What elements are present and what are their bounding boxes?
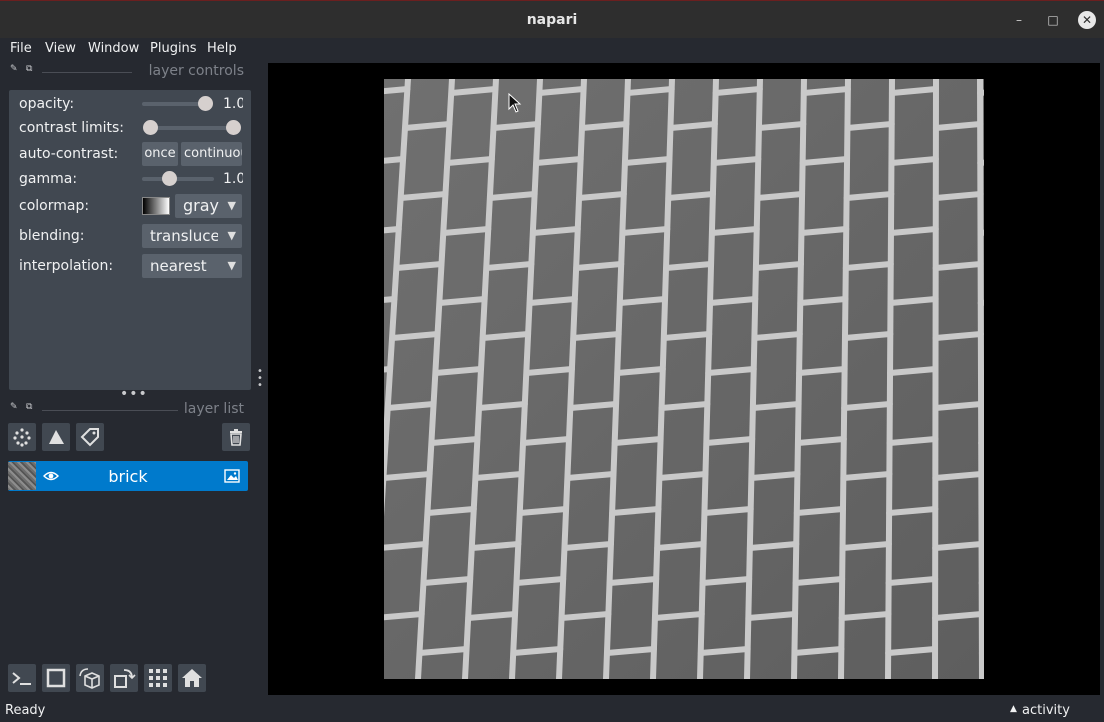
layer-name[interactable]: brick [8,467,248,486]
shapes-icon [49,430,64,444]
header-divider [42,72,132,73]
undock-icon[interactable]: ⧉ [26,64,32,74]
roll-axes-icon [79,668,100,689]
auto-contrast-label: auto-contrast: [19,146,119,162]
opacity-slider-handle[interactable] [198,96,213,111]
undock-icon[interactable]: ⧉ [26,402,32,412]
title-bar: napari – □ ✕ [0,0,1104,38]
colormap-dropdown[interactable]: gray ▼ [175,194,242,218]
minimize-button[interactable]: – [1009,10,1029,30]
menu-help[interactable]: Help [207,41,237,56]
contrast-high-handle[interactable] [226,120,241,135]
transpose-button[interactable] [110,664,138,692]
gamma-label: gamma: [19,171,78,187]
grid-view-button[interactable] [144,664,172,692]
gamma-value[interactable]: 1.0 [223,171,243,187]
float-icon[interactable]: ✎ [10,402,18,412]
viewer-canvas[interactable] [268,63,1100,695]
contrast-low-handle[interactable] [143,120,158,135]
close-button[interactable]: ✕ [1078,11,1096,29]
label-tag-icon [80,428,99,447]
chevron-down-icon: ▼ [227,199,236,212]
mouse-cursor-icon [508,93,522,113]
blending-dropdown[interactable]: translucent ▼ [142,224,242,248]
opacity-label: opacity: [19,96,75,112]
activity-button[interactable]: activity [1022,703,1070,718]
contrast-limits-label: contrast limits: [19,120,124,136]
panel-splitter-handle[interactable]: ••• [120,386,148,402]
new-labels-layer-button[interactable] [76,423,104,451]
layer-controls-header: ✎ ⧉ layer controls [8,63,244,80]
colormap-swatch [142,197,170,215]
console-button[interactable] [8,664,36,692]
grid-icon [149,669,167,687]
blending-label: blending: [19,228,85,244]
new-points-layer-button[interactable] [8,423,36,451]
auto-contrast-continuous-button[interactable]: continuous [181,142,242,166]
menu-window[interactable]: Window [88,41,139,56]
menu-bar: File View Window Plugins Help [0,38,1104,60]
transpose-icon [114,669,136,688]
image-icon [224,469,240,483]
interpolation-label: interpolation: [19,258,114,274]
layer-list-header: ✎ ⧉ layer list [8,401,244,418]
console-icon [12,672,31,685]
auto-contrast-once-button[interactable]: once [142,142,178,166]
interpolation-dropdown[interactable]: nearest ▼ [142,254,242,278]
float-icon[interactable]: ✎ [10,64,18,74]
window-title: napari [526,12,578,28]
colormap-label: colormap: [19,198,90,214]
menu-view[interactable]: View [45,41,76,56]
2d-3d-toggle-icon [46,668,66,688]
layer-controls-panel: opacity: 1.0 contrast limits: auto-contr… [9,90,251,390]
layer-controls-title: layer controls [148,63,244,79]
layer-list-title: layer list [183,401,244,417]
interpolation-selected: nearest [150,257,207,275]
contrast-limits-slider-track[interactable] [149,126,234,130]
brick-image[interactable] [384,79,984,679]
brick-texture [384,79,984,679]
header-divider [42,410,178,411]
opacity-value[interactable]: 1.0 [223,96,243,112]
chevron-down-icon: ▼ [227,229,236,242]
caret-up-icon[interactable]: ▲ [1010,704,1017,714]
layer-item-brick[interactable]: brick [8,461,248,491]
dock-resize-handle[interactable]: • • • [257,367,265,391]
delete-layer-button[interactable] [222,423,250,451]
menu-plugins[interactable]: Plugins [150,41,197,56]
new-shapes-layer-button[interactable] [42,423,70,451]
maximize-button[interactable]: □ [1043,10,1063,30]
trash-icon [230,429,242,446]
home-icon [182,669,202,687]
blending-selected: translucent [150,227,218,245]
points-icon [13,428,31,447]
reset-view-button[interactable] [178,664,206,692]
chevron-down-icon: ▼ [227,259,236,272]
status-bar: Ready ▲ activity [0,700,1104,722]
gamma-slider-handle[interactable] [162,171,178,186]
ndisplay-toggle-button[interactable] [42,664,70,692]
roll-axes-button[interactable] [76,664,104,692]
menu-file[interactable]: File [10,41,32,56]
gamma-slider-track[interactable] [142,177,214,181]
status-text: Ready [5,703,46,718]
colormap-selected: gray [183,196,219,215]
